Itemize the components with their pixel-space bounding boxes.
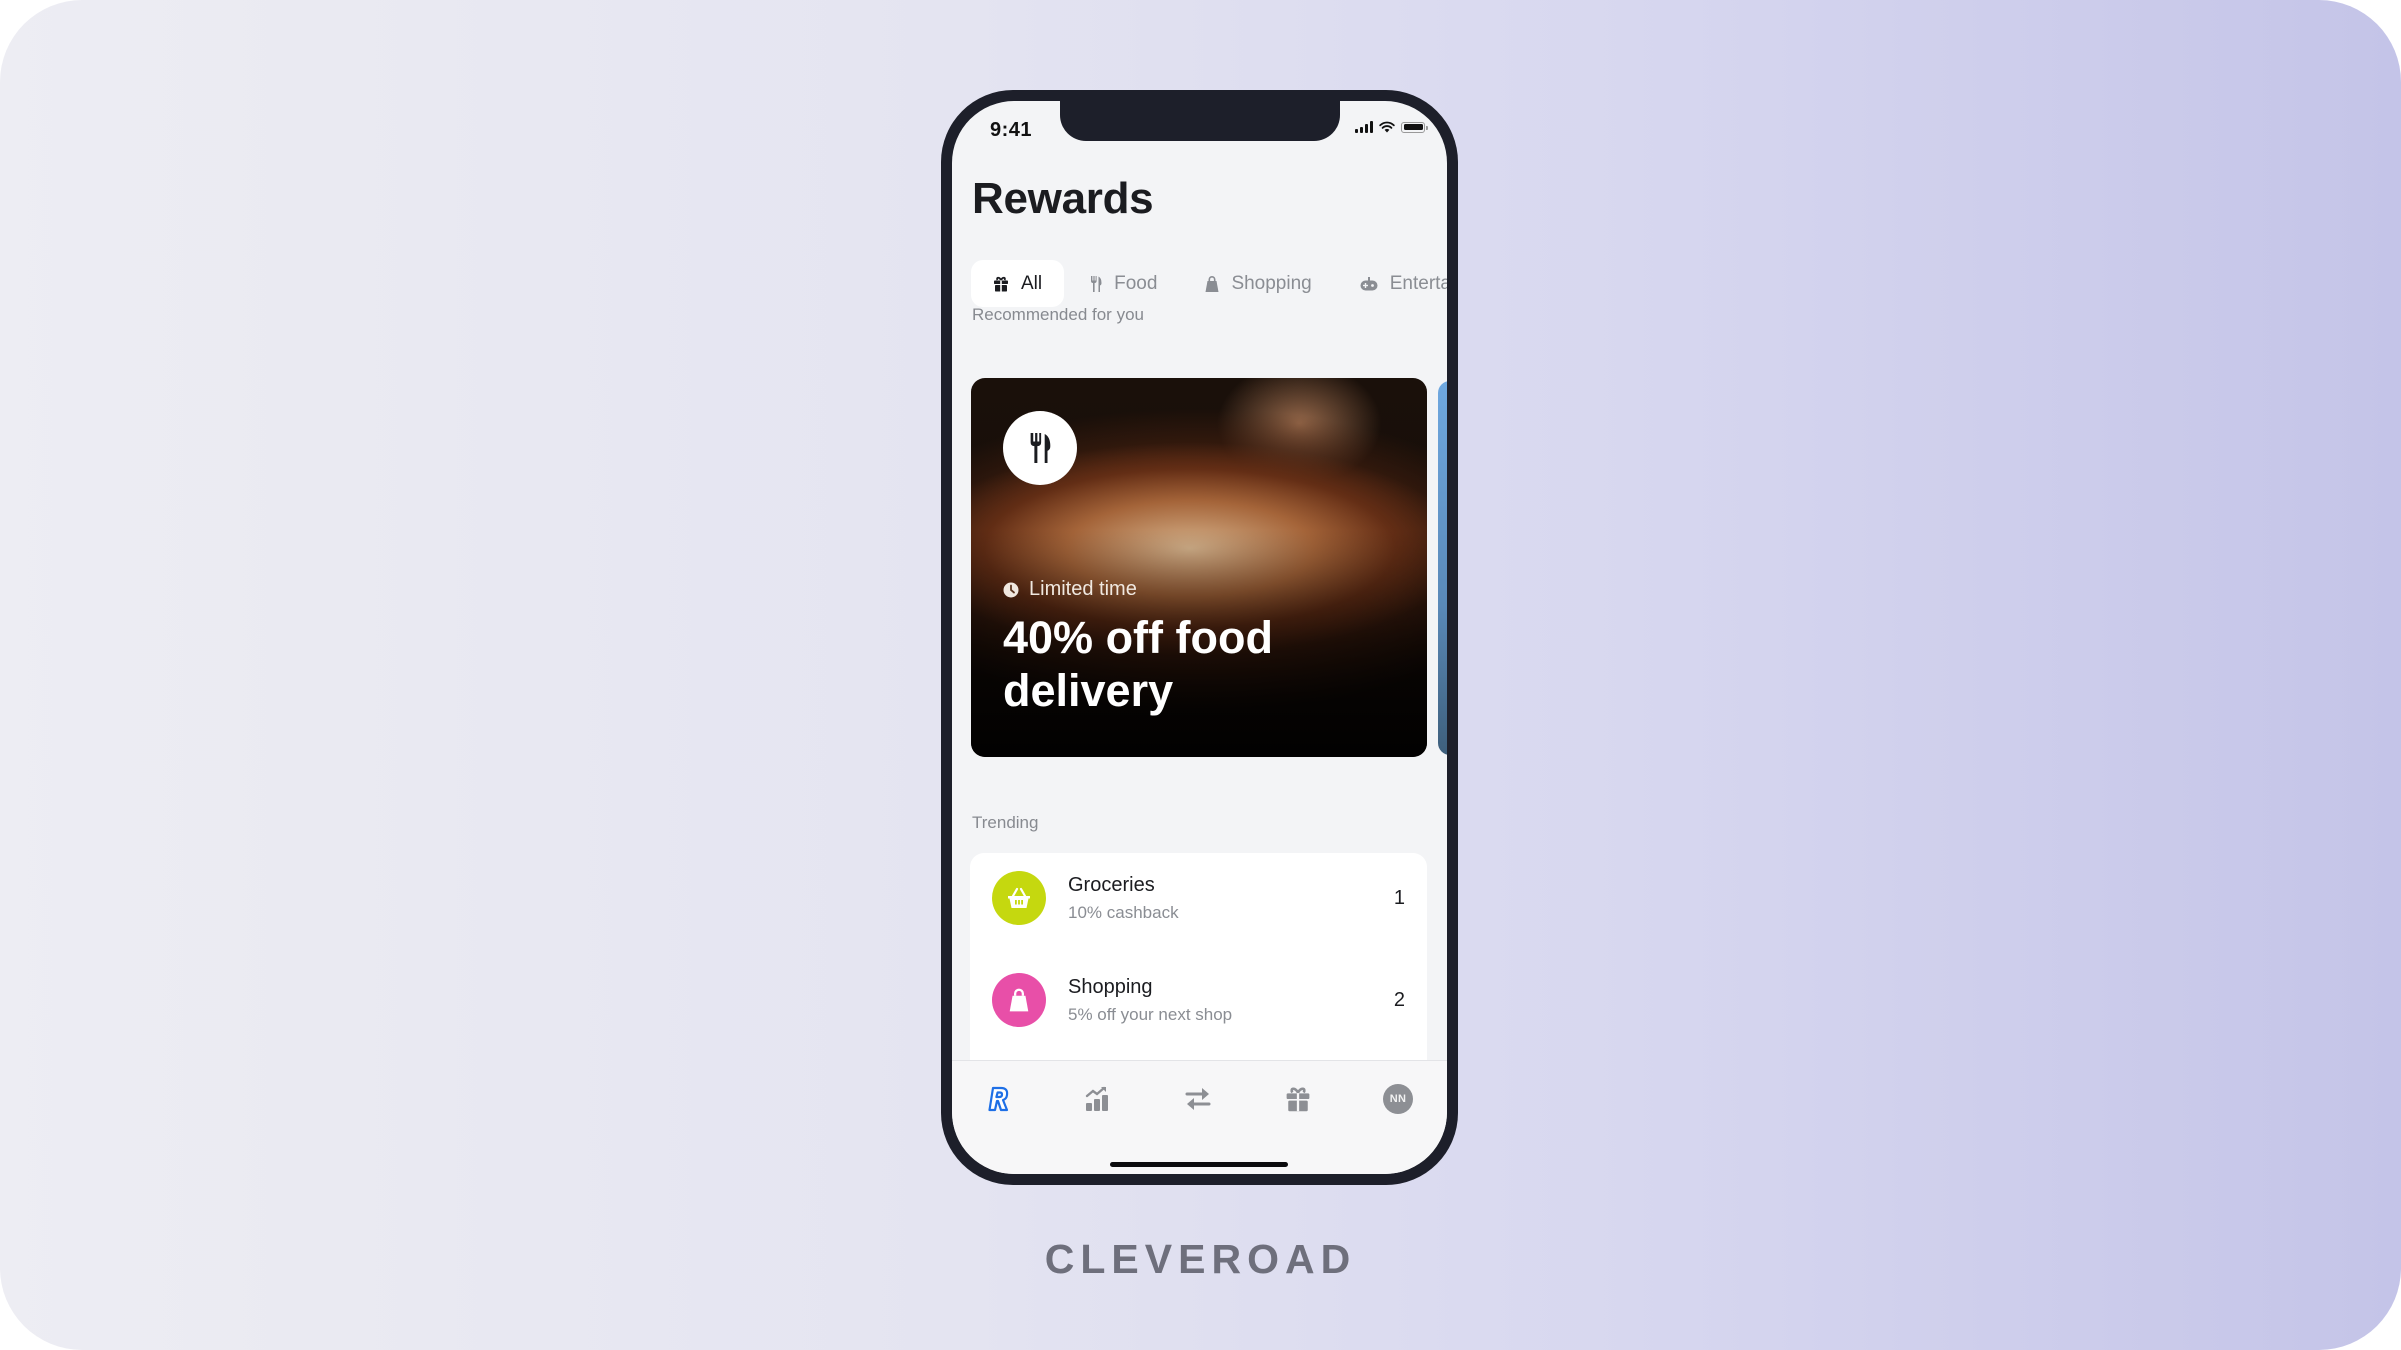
battery-icon	[1401, 121, 1428, 133]
tab-all[interactable]: All	[971, 260, 1065, 307]
groceries-icon-badge	[992, 871, 1046, 925]
revolut-logo-icon	[988, 1086, 1009, 1112]
shopping-bag-icon	[1205, 275, 1219, 292]
nav-analytics[interactable]	[1076, 1079, 1120, 1119]
promo-card[interactable]: Limited time 40% off food delivery	[971, 378, 1427, 757]
gift-icon	[994, 276, 1008, 291]
item-title: Shopping	[1068, 976, 1153, 998]
nav-transfers[interactable]	[1176, 1079, 1220, 1119]
category-tabs: All Food Shopping Enterta	[971, 260, 1447, 307]
nav-home[interactable]	[977, 1079, 1021, 1119]
tab-label: Shopping	[1231, 272, 1312, 294]
list-item[interactable]: Shopping 5% off your next shop 2	[970, 955, 1427, 1045]
tab-shopping[interactable]: Shopping	[1183, 260, 1333, 307]
status-icons	[1355, 121, 1428, 133]
gift-icon	[1286, 1087, 1310, 1112]
trending-label: Trending	[972, 813, 1039, 832]
phone-notch	[1060, 101, 1340, 141]
list-item[interactable]: Groceries 10% cashback 1	[970, 853, 1427, 943]
bottom-nav: NN	[952, 1060, 1447, 1174]
basket-icon	[1008, 887, 1030, 908]
shopping-bag-icon	[1009, 988, 1029, 1012]
cellular-signal-icon	[1355, 121, 1373, 133]
tab-entertainment[interactable]: Entertainment	[1338, 260, 1447, 307]
item-rank: 2	[1393, 989, 1405, 1011]
gamepad-icon	[1360, 276, 1378, 290]
tab-label: Entertainment	[1389, 272, 1447, 294]
clock-icon	[1003, 582, 1019, 597]
nav-profile[interactable]: NN	[1376, 1079, 1420, 1119]
item-rank: 1	[1393, 887, 1405, 909]
avatar: NN	[1383, 1084, 1413, 1114]
item-title: Groceries	[1068, 874, 1155, 896]
next-promo-card-peek[interactable]	[1438, 381, 1447, 755]
chart-icon	[1085, 1086, 1108, 1111]
cutlery-icon	[1091, 275, 1102, 292]
promo-title: 40% off food delivery	[1003, 612, 1273, 716]
nav-rewards[interactable]	[1276, 1079, 1320, 1119]
brand-logo: CLEVEROAD	[1044, 1236, 1357, 1282]
recommended-label: Recommended for you	[972, 305, 1144, 324]
promo-tag: Limited time	[1003, 578, 1137, 601]
home-indicator[interactable]	[1110, 1162, 1288, 1167]
cutlery-icon	[1030, 433, 1051, 463]
tab-label: Food	[1114, 272, 1158, 294]
item-subtitle: 5% off your next shop	[1068, 1005, 1233, 1024]
tab-label: All	[1021, 272, 1043, 294]
wifi-icon	[1379, 121, 1395, 133]
page-title: Rewards	[972, 174, 1154, 223]
status-time: 9:41	[990, 119, 1033, 141]
phone-screen: 9:41 Rewards All Food Shopping Enterta R…	[952, 101, 1447, 1174]
promo-tag-label: Limited time	[1029, 578, 1137, 600]
phone-frame: 9:41 Rewards All Food Shopping Enterta R…	[941, 90, 1458, 1185]
shopping-icon-badge	[992, 973, 1046, 1027]
tab-food[interactable]: Food	[1068, 260, 1179, 307]
promo-category-badge	[1003, 411, 1077, 485]
item-subtitle: 10% cashback	[1068, 903, 1179, 922]
transfer-arrows-icon	[1185, 1088, 1211, 1110]
trending-list: Groceries 10% cashback 1 Shopping 5% off…	[970, 853, 1427, 1073]
